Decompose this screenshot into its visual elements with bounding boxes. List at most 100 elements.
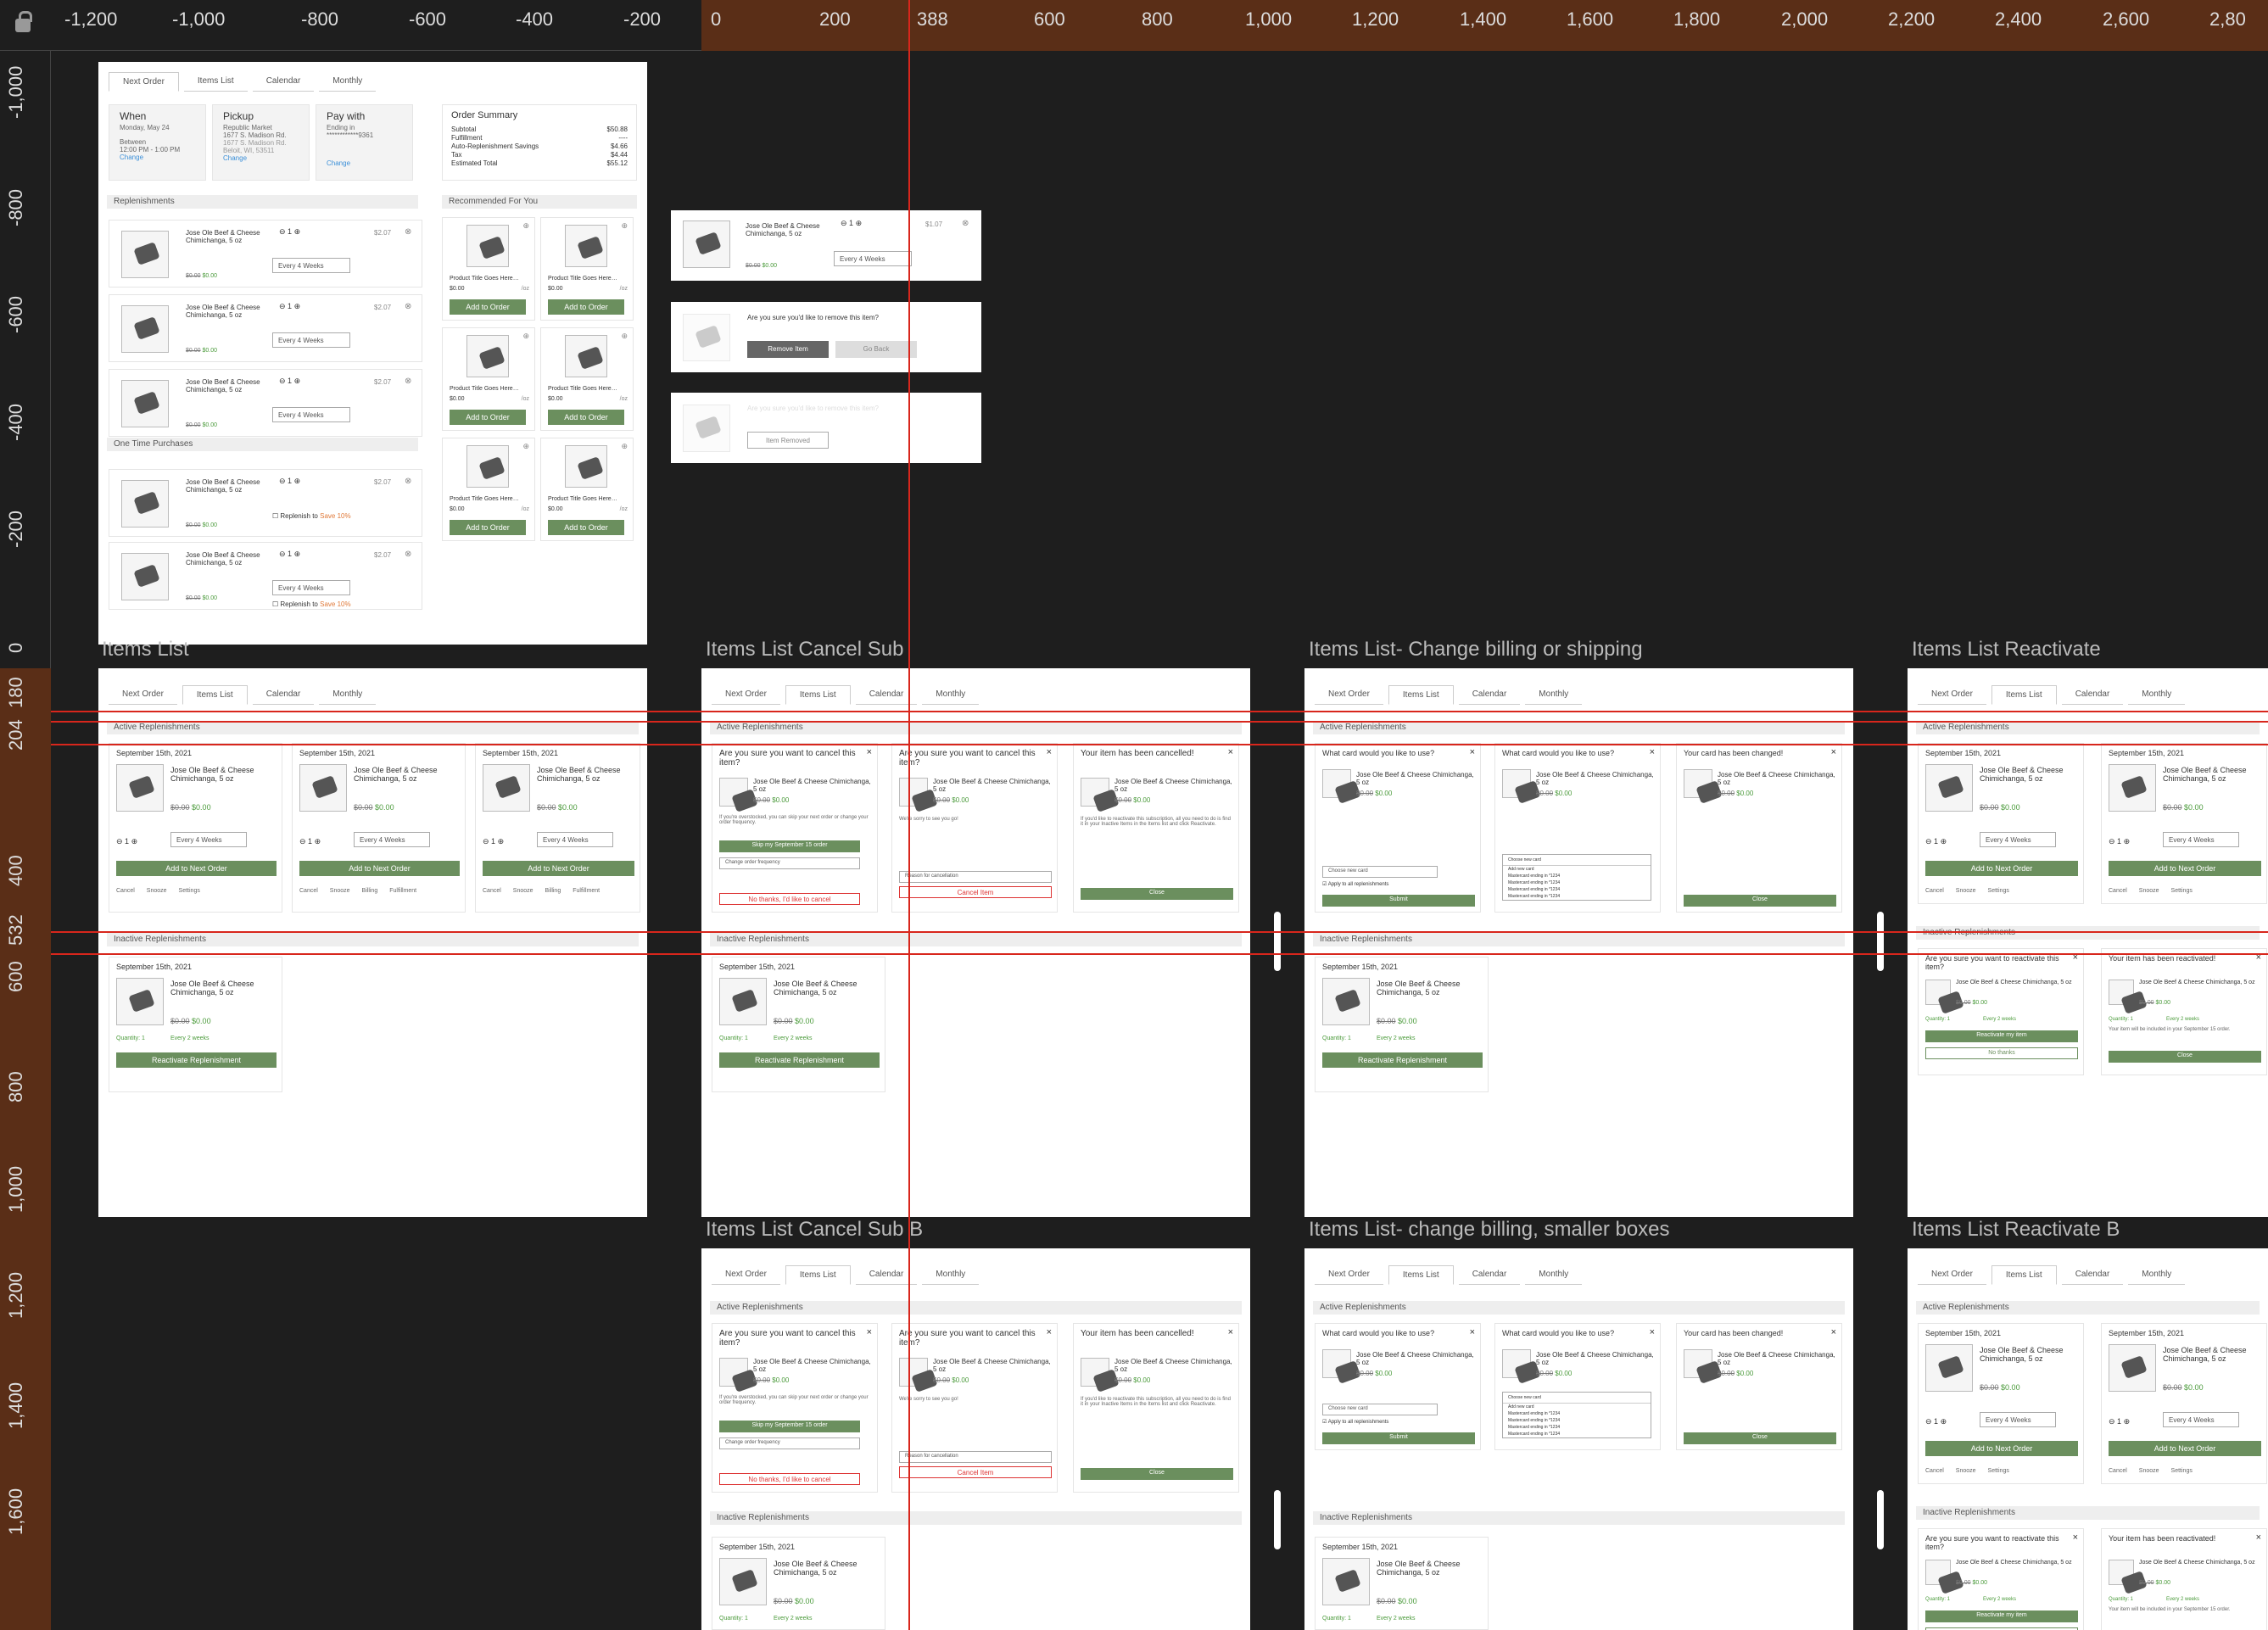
- quantity-stepper[interactable]: ⊖ 1 ⊕: [279, 302, 300, 311]
- quantity-stepper[interactable]: ⊖ 1 ⊕: [2109, 1417, 2130, 1426]
- reactivate-my-item-button[interactable]: Reactivate my item: [1925, 1030, 2078, 1042]
- add-to-next-order-button[interactable]: Add to Next Order: [2109, 1441, 2261, 1456]
- replenishment-row[interactable]: Jose Ole Beef & Cheese Chimichanga, 5 oz…: [109, 294, 422, 362]
- add-to-order-button[interactable]: Add to Order: [548, 299, 624, 315]
- quantity-stepper[interactable]: ⊖ 1 ⊕: [483, 837, 504, 846]
- close-icon[interactable]: ×: [1228, 747, 1233, 757]
- billing-modal[interactable]: × What card would you like to use? Jose Ol…: [1315, 743, 1481, 913]
- reactivate-modal[interactable]: × Are you sure you want to reactivate thi…: [1918, 948, 2084, 1075]
- lock-icon[interactable]: [15, 11, 32, 32]
- frame-title-change-billing[interactable]: Items List- Change billing or shipping: [1309, 638, 1643, 661]
- change-frequency-select[interactable]: Change order frequency: [719, 857, 860, 869]
- add-icon[interactable]: ⊕: [621, 332, 628, 341]
- add-to-order-button[interactable]: Add to Order: [548, 520, 624, 535]
- recommended-product[interactable]: ⊕ Product Title Goes Here… $0.00/oz Add to …: [442, 217, 535, 321]
- card-action-link[interactable]: Cancel: [2109, 1468, 2127, 1474]
- card-option[interactable]: Mastercard ending in *1234: [1503, 1410, 1651, 1417]
- tab-next-order[interactable]: Next Order: [712, 1265, 780, 1285]
- card-action-link[interactable]: Cancel: [1925, 888, 1944, 894]
- card-action-link[interactable]: Settings: [1988, 1468, 2009, 1474]
- add-to-next-order-button[interactable]: Add to Next Order: [299, 861, 460, 876]
- tab-calendar[interactable]: Calendar: [2061, 685, 2124, 705]
- card-select[interactable]: Choose new card: [1322, 866, 1438, 878]
- tab-next-order[interactable]: Next Order: [712, 685, 780, 705]
- items-list-frame[interactable]: Next Order Items List Calendar Monthly Activ…: [98, 668, 647, 1217]
- close-icon[interactable]: ⊗: [405, 550, 411, 559]
- add-to-next-order-button[interactable]: Add to Next Order: [1925, 861, 2078, 876]
- add-icon[interactable]: ⊕: [621, 442, 628, 451]
- card-option[interactable]: Mastercard ending in *1234: [1503, 879, 1651, 886]
- close-icon[interactable]: ×: [1470, 747, 1475, 757]
- tab-items-list[interactable]: Items List: [182, 685, 248, 705]
- replenishment-card[interactable]: September 15th, 2021 Jose Ole Beef & Chee…: [292, 743, 466, 913]
- quantity-stepper[interactable]: ⊖ 1 ⊕: [299, 837, 321, 846]
- change-link[interactable]: Change: [109, 154, 205, 161]
- card-option[interactable]: Mastercard ending in *1234: [1503, 1417, 1651, 1424]
- replenishment-row[interactable]: Jose Ole Beef & Cheese Chimichanga, 5 oz…: [109, 220, 422, 287]
- tab-items-list[interactable]: Items List: [1388, 685, 1454, 705]
- cancel-sub-frame[interactable]: Next Order Items List Calendar Monthly Activ…: [701, 668, 1250, 1217]
- change-link[interactable]: Change: [213, 154, 309, 162]
- reactivate-frame[interactable]: Next Order Items List Calendar Monthly Activ…: [1908, 668, 2268, 1217]
- close-icon[interactable]: ×: [867, 747, 872, 757]
- reactivate-b-frame[interactable]: Next Order Items List Calendar Monthly Activ…: [1908, 1248, 2268, 1630]
- card-dropdown-open[interactable]: Choose new card Add new card Mastercard en…: [1502, 854, 1651, 901]
- reactivate-modal[interactable]: × Are you sure you want to reactivate thi…: [1918, 1528, 2084, 1630]
- left-ruler[interactable]: -1,000 -800 -600 -400 -200 0 180 204 400…: [0, 51, 51, 1630]
- tab-calendar[interactable]: Calendar: [2061, 1265, 2124, 1285]
- resize-handle[interactable]: [1877, 1490, 1884, 1549]
- close-icon[interactable]: ×: [2256, 1532, 2261, 1543]
- tab-items-list[interactable]: Items List: [785, 1265, 851, 1285]
- billing-modal[interactable]: × Your card has been changed! Jose Ole Bee…: [1676, 1323, 1842, 1450]
- close-icon[interactable]: ⊗: [405, 377, 411, 386]
- card-action-link[interactable]: Snooze: [2139, 888, 2159, 894]
- frequency-select[interactable]: Every 4 Weeks: [272, 407, 350, 422]
- replenishment-card[interactable]: September 15th, 2021 Jose Ole Beef & Chee…: [712, 957, 885, 1092]
- change-billing-small-frame[interactable]: Next Order Items List Calendar Monthly Activ…: [1304, 1248, 1853, 1630]
- frequency-select[interactable]: Every 4 Weeks: [834, 251, 912, 266]
- close-icon[interactable]: ⊗: [405, 477, 411, 486]
- cancel-modal[interactable]: × Your item has been cancelled! Jose Ole B…: [1073, 743, 1239, 913]
- guide-horizontal[interactable]: [51, 953, 2268, 955]
- replenishment-card[interactable]: September 15th, 2021 Jose Ole Beef & Chee…: [475, 743, 640, 913]
- card-option[interactable]: Mastercard ending in *1234: [1503, 1424, 1651, 1431]
- tab-monthly[interactable]: Monthly: [1525, 685, 1583, 705]
- card-option[interactable]: Mastercard ending in *1234: [1503, 1431, 1651, 1437]
- frequency-select[interactable]: Every 4 Weeks: [2163, 1412, 2239, 1427]
- billing-modal[interactable]: × What card would you like to use? Jose Ol…: [1315, 1323, 1481, 1450]
- card-action-link[interactable]: Snooze: [330, 888, 350, 894]
- close-button[interactable]: Close: [1684, 895, 1836, 907]
- add-to-next-order-button[interactable]: Add to Next Order: [1925, 1441, 2078, 1456]
- add-icon[interactable]: ⊕: [522, 442, 529, 451]
- card-action-link[interactable]: Cancel: [299, 888, 318, 894]
- tab-items-list[interactable]: Items List: [1991, 685, 2057, 705]
- quantity-stepper[interactable]: ⊖ 1 ⊕: [841, 219, 862, 228]
- card-action-link[interactable]: Fulfillment: [573, 888, 600, 894]
- card-action-link[interactable]: Cancel: [2109, 888, 2127, 894]
- close-button[interactable]: Close: [1081, 888, 1233, 900]
- reason-select[interactable]: Reason for cancellation: [899, 1451, 1052, 1463]
- tab-next-order[interactable]: Next Order: [109, 685, 177, 705]
- tab-monthly[interactable]: Monthly: [319, 685, 377, 705]
- remove-confirm-panel[interactable]: Are you sure you'd like to remove this i…: [671, 302, 981, 372]
- change-billing-frame[interactable]: Next Order Items List Calendar Monthly Activ…: [1304, 668, 1853, 1217]
- close-icon[interactable]: ×: [1228, 1327, 1233, 1337]
- quantity-stepper[interactable]: ⊖ 1 ⊕: [279, 227, 300, 237]
- replenish-checkbox[interactable]: ☐ Replenish to Save 10%: [272, 600, 351, 608]
- tab-monthly[interactable]: Monthly: [2128, 685, 2186, 705]
- tab-items-list[interactable]: Items List: [183, 72, 248, 92]
- close-icon[interactable]: ×: [1047, 747, 1052, 757]
- add-to-next-order-button[interactable]: Add to Next Order: [483, 861, 634, 876]
- card-action-link[interactable]: Billing: [545, 888, 561, 894]
- apply-all-checkbox[interactable]: ☑ Apply to all replenishments: [1322, 881, 1388, 887]
- recommended-product[interactable]: ⊕ Product Title Goes Here… $0.00/oz Add to …: [540, 438, 634, 541]
- card-action-link[interactable]: Snooze: [2139, 1468, 2159, 1474]
- card-select[interactable]: Choose new card: [1503, 1393, 1651, 1404]
- tab-next-order[interactable]: Next Order: [1918, 1265, 1986, 1285]
- tab-monthly[interactable]: Monthly: [319, 72, 377, 92]
- quantity-stepper[interactable]: ⊖ 1 ⊕: [1925, 1417, 1947, 1426]
- submit-button[interactable]: Submit: [1322, 895, 1475, 907]
- replenishment-card[interactable]: September 15th, 2021 Jose Ole Beef & Chee…: [2101, 743, 2267, 904]
- tab-items-list[interactable]: Items List: [1388, 1265, 1454, 1285]
- tab-calendar[interactable]: Calendar: [1458, 1265, 1521, 1285]
